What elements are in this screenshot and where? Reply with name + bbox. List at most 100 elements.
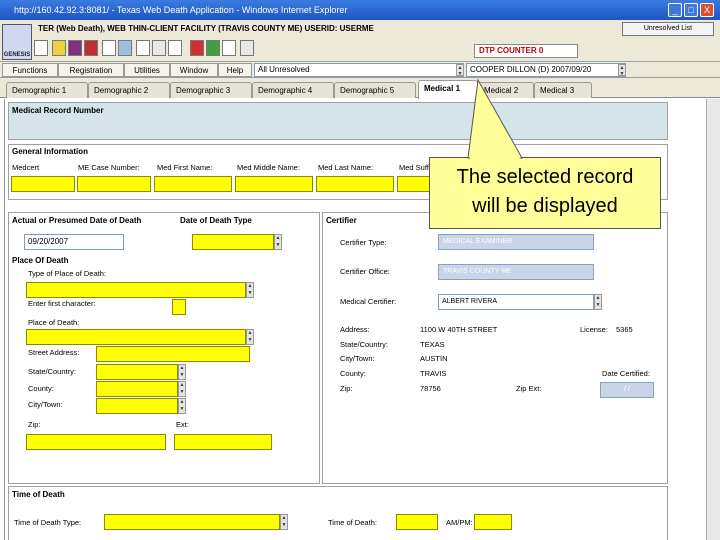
time-of-death-field[interactable] — [396, 514, 438, 530]
record-icon[interactable] — [84, 40, 98, 56]
date-of-death-field[interactable]: 09/20/2007 — [24, 234, 124, 250]
menu-utilities[interactable]: Utilities — [124, 63, 170, 77]
address-label: Address: — [340, 325, 370, 334]
time-of-death-section — [8, 486, 668, 540]
genesis-logo: GENESIS — [2, 24, 32, 60]
date-certified-label: Date Certified: — [602, 369, 650, 378]
tab-medical-2[interactable]: Medical 2 — [478, 82, 534, 98]
logo-text: GENESIS — [3, 52, 31, 58]
minimize-button[interactable]: _ — [668, 3, 682, 17]
city-town-select[interactable] — [96, 398, 178, 414]
date-of-death-type-title: Date of Death Type — [180, 216, 252, 225]
book-icon[interactable] — [68, 40, 82, 56]
city-label: City/Town: — [28, 400, 63, 409]
medical-record-section — [8, 102, 668, 140]
tab-medical-3[interactable]: Medical 3 — [534, 82, 592, 98]
med-last-name-field[interactable] — [316, 176, 394, 192]
first-char-field[interactable] — [172, 299, 186, 315]
document-icon[interactable] — [102, 40, 116, 56]
type-of-place-stepper[interactable]: ▲ ▼ — [246, 282, 254, 298]
edit-icon[interactable] — [168, 40, 182, 56]
medical-certifier-select[interactable]: ALBERT RIVERA — [438, 294, 594, 310]
folder-icon[interactable] — [52, 40, 66, 56]
me-case-number-label: ME Case Number: — [78, 163, 140, 172]
new-document-icon[interactable] — [34, 40, 48, 56]
state-country-select[interactable] — [96, 364, 178, 380]
certifier-title: Certifier — [326, 216, 357, 225]
medical-certifier-stepper[interactable]: ▲ ▼ — [594, 294, 602, 310]
general-info-title: General Information — [12, 147, 89, 156]
cert-zip-label: Zip: — [340, 384, 353, 393]
license-value: 5365 — [616, 325, 633, 334]
zip-label: Zip: — [28, 420, 41, 429]
medical-record-label: Medical Record Number — [12, 106, 104, 115]
tab-demographic-3[interactable]: Demographic 3 — [170, 82, 252, 98]
zip-field[interactable] — [26, 434, 166, 450]
place-of-death-select[interactable] — [26, 329, 246, 345]
tab-demographic-2[interactable]: Demographic 2 — [88, 82, 170, 98]
certifier-type-label: Certifier Type: — [340, 238, 387, 247]
cancel-icon[interactable] — [190, 40, 204, 56]
chart-icon[interactable] — [206, 40, 220, 56]
county-label: County: — [28, 384, 54, 393]
street-address-field[interactable] — [96, 346, 250, 362]
place-stepper[interactable]: ▲ ▼ — [246, 329, 254, 345]
tab-demographic-1[interactable]: Demographic 1 — [6, 82, 88, 98]
record-stepper[interactable]: ▲ ▼ — [618, 64, 626, 77]
ampm-label: AM/PM: — [446, 518, 473, 527]
menu-functions[interactable]: Functions — [2, 63, 58, 77]
cert-county-value: TRAVIS — [420, 369, 447, 378]
time-type-stepper[interactable]: ▲ ▼ — [280, 514, 288, 530]
type-of-place-label: Type of Place of Death: — [28, 269, 106, 278]
med-first-name-label: Med First Name: — [157, 163, 213, 172]
tab-medical-1[interactable]: Medical 1 — [418, 80, 478, 99]
city-stepper[interactable]: ▲ ▼ — [178, 398, 186, 414]
med-first-name-field[interactable] — [154, 176, 232, 192]
print-icon[interactable] — [222, 40, 236, 56]
dtp-counter: DTP COUNTER 0 — [474, 44, 578, 58]
record-select[interactable]: COOPER DILLON (D) 2007/09/20 — [466, 63, 626, 77]
unresolved-list-button[interactable]: Unresolved List — [622, 22, 714, 36]
state-stepper[interactable]: ▲ ▼ — [178, 364, 186, 380]
type-of-place-select[interactable] — [26, 282, 246, 298]
zip-ext-label: Zip Ext: — [516, 384, 542, 393]
tools-icon[interactable] — [152, 40, 166, 56]
date-certified-field[interactable]: / / — [600, 382, 654, 398]
close-button[interactable]: X — [700, 3, 714, 17]
attach-icon[interactable] — [240, 40, 254, 56]
date-type-stepper[interactable]: ▲ ▼ — [274, 234, 282, 250]
medical-certifier-label: Medical Certifier: — [340, 297, 397, 306]
grid-icon[interactable] — [118, 40, 132, 56]
vertical-scrollbar[interactable] — [706, 99, 720, 540]
med-middle-name-field[interactable] — [235, 176, 313, 192]
certifier-office-field[interactable]: TRAVIS COUNTY ME — [438, 264, 594, 280]
medcert-field[interactable] — [11, 176, 75, 192]
cert-city-label: City/Town: — [340, 354, 375, 363]
menu-help[interactable]: Help — [218, 63, 252, 77]
date-of-death-type-select[interactable] — [192, 234, 274, 250]
ext-field[interactable] — [174, 434, 272, 450]
filter-stepper[interactable]: ▲ ▼ — [456, 64, 464, 77]
callout-line-1: The selected record — [456, 166, 634, 188]
list-icon[interactable] — [136, 40, 150, 56]
date-of-death-title: Actual or Presumed Date of Death — [12, 216, 142, 225]
time-of-death-type-select[interactable] — [104, 514, 280, 530]
ampm-field[interactable] — [474, 514, 512, 530]
certifier-type-field[interactable]: MEDICAL EXAMINER — [438, 234, 594, 250]
county-stepper[interactable]: ▲ ▼ — [178, 381, 186, 397]
certifier-office-label: Certifier Office: — [340, 267, 390, 276]
county-select[interactable] — [96, 381, 178, 397]
tab-demographic-5[interactable]: Demographic 5 — [334, 82, 416, 98]
unresolved-filter-select[interactable]: All Unresolved — [254, 63, 464, 77]
user-info: TER (Web Death), WEB THIN-CLIENT FACILIT… — [38, 24, 374, 33]
cert-state-label: State/Country: — [340, 340, 388, 349]
maximize-button[interactable]: □ — [684, 3, 698, 17]
street-label: Street Address: — [28, 348, 80, 357]
menu-registration[interactable]: Registration — [58, 63, 124, 77]
place-label: Place of Death: — [28, 318, 80, 327]
tab-demographic-4[interactable]: Demographic 4 — [252, 82, 334, 98]
med-middle-name-label: Med Middle Name: — [237, 163, 300, 172]
me-case-number-field[interactable] — [77, 176, 151, 192]
ext-label: Ext: — [176, 420, 189, 429]
menu-window[interactable]: Window — [170, 63, 218, 77]
